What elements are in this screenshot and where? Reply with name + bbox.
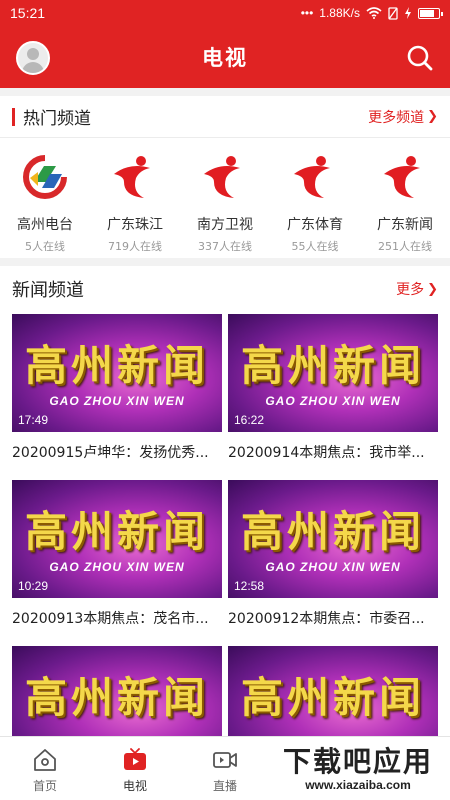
tab-home[interactable]: 首页 <box>0 737 90 800</box>
hot-channels-title: 热门频道 <box>23 109 91 129</box>
site-watermark: 下载吧应用 www.xiazaiba.com <box>268 740 448 798</box>
status-bar: 15:21 ••• 1.88K/s <box>0 0 450 26</box>
video-duration: 16:22 <box>234 413 265 427</box>
video-card[interactable]: 高州新闻 <box>228 646 438 736</box>
tab-label: 首页 <box>32 779 57 793</box>
gdtv-logo <box>294 156 330 198</box>
chevron-right-icon: ❯ <box>427 109 438 124</box>
battery-icon <box>418 7 443 19</box>
channel-online-count: 251人在线 <box>378 240 432 253</box>
channel-name: 广东珠江 <box>107 217 163 233</box>
more-channels-label: 更多频道 <box>368 109 425 126</box>
tab-tv[interactable]: 电视 <box>90 737 180 800</box>
search-icon[interactable] <box>406 44 434 72</box>
video-title: 20200914本期焦点：我市举... <box>228 445 425 461</box>
gaozhou-logo <box>23 155 67 199</box>
more-channels-link[interactable]: 更多频道 ❯ <box>368 107 438 127</box>
thumbnail-title: 高州新闻 <box>240 507 425 556</box>
more-news-label: 更多 <box>396 282 425 298</box>
news-channel-section: 新闻频道 更多 ❯ 高州新闻 GAO ZHOU XIN WEN 17:49 20… <box>0 266 450 736</box>
wifi-icon <box>366 7 382 19</box>
video-duration: 12:58 <box>234 579 265 593</box>
video-title: 20200913本期焦点：茂名市... <box>12 611 209 627</box>
video-card[interactable]: 高州新闻 <box>12 646 222 736</box>
video-duration: 17:49 <box>18 413 49 427</box>
user-avatar-icon[interactable] <box>16 41 50 75</box>
video-thumbnail: 高州新闻 GAO ZHOU XIN WEN 16:22 <box>228 314 438 432</box>
no-sim-icon <box>388 6 398 20</box>
video-grid: 高州新闻 GAO ZHOU XIN WEN 17:49 20200915卢坤华：… <box>12 314 438 736</box>
thumbnail-title: 高州新闻 <box>24 673 209 722</box>
thumbnail-title: 高州新闻 <box>240 673 425 722</box>
thumbnail-subtitle: GAO ZHOU XIN WEN <box>49 560 185 574</box>
channel-online-count: 55人在线 <box>291 240 339 253</box>
channel-list: 高州电台 5人在线 广东珠江 719人在线 南方卫视 337人在线 广东体育 5… <box>0 138 450 254</box>
video-thumbnail: 高州新闻 GAO ZHOU XIN WEN 17:49 <box>12 314 222 432</box>
video-title: 20200912本期焦点：市委召... <box>228 611 425 627</box>
thumbnail-subtitle: GAO ZHOU XIN WEN <box>265 560 401 574</box>
channel-name: 高州电台 <box>17 217 73 233</box>
app-header: 15:21 ••• 1.88K/s 电视 <box>0 0 450 88</box>
watermark-text: 下载吧应用 <box>282 745 433 778</box>
channel-name: 南方卫视 <box>197 217 253 233</box>
video-thumbnail: 高州新闻 <box>228 646 438 736</box>
section-title: 热门频道 <box>12 104 91 129</box>
thumbnail-title: 高州新闻 <box>24 341 209 390</box>
video-thumbnail: 高州新闻 GAO ZHOU XIN WEN 10:29 <box>12 480 222 598</box>
gdtv-logo <box>384 156 420 198</box>
status-time: 15:21 <box>10 5 46 21</box>
video-card[interactable]: 高州新闻 GAO ZHOU XIN WEN 10:29 20200913本期焦点… <box>12 480 222 646</box>
tv-icon <box>124 748 146 770</box>
status-icons: ••• 1.88K/s <box>300 6 443 20</box>
channel-online-count: 719人在线 <box>108 240 162 253</box>
top-bar: 电视 <box>0 26 450 88</box>
thumbnail-title: 高州新闻 <box>240 341 425 390</box>
channel-item[interactable]: 南方卫视 337人在线 <box>183 152 267 254</box>
news-channel-title: 新闻频道 <box>12 280 84 301</box>
channel-item[interactable]: 高州电台 5人在线 <box>3 152 87 254</box>
channel-item[interactable]: 广东体育 55人在线 <box>273 152 357 254</box>
channel-name: 广东体育 <box>287 217 343 233</box>
chevron-right-icon: ❯ <box>427 281 438 297</box>
channel-item[interactable]: 广东珠江 719人在线 <box>93 152 177 254</box>
video-camera-icon <box>213 752 237 768</box>
video-thumbnail: 高州新闻 GAO ZHOU XIN WEN 12:58 <box>228 480 438 598</box>
channel-item[interactable]: 广东新闻 251人在线 <box>363 152 447 254</box>
gdtv-logo <box>204 156 240 198</box>
charging-icon <box>405 7 411 19</box>
thumbnail-subtitle: GAO ZHOU XIN WEN <box>49 394 185 408</box>
tab-label: 电视 <box>122 779 147 793</box>
net-speed: 1.88K/s <box>319 6 360 20</box>
watermark-url: www.xiazaiba.com <box>305 778 411 792</box>
dots-icon: ••• <box>300 6 314 20</box>
more-news-link[interactable]: 更多 ❯ <box>396 279 438 299</box>
video-card[interactable]: 高州新闻 GAO ZHOU XIN WEN 17:49 20200915卢坤华：… <box>12 314 222 480</box>
video-title: 20200915卢坤华：发扬优秀... <box>12 445 209 461</box>
page-title: 电视 <box>202 46 248 70</box>
video-thumbnail: 高州新闻 <box>12 646 222 736</box>
video-duration: 10:29 <box>18 579 49 593</box>
gdtv-logo <box>114 156 150 198</box>
channel-name: 广东新闻 <box>377 217 433 233</box>
video-card[interactable]: 高州新闻 GAO ZHOU XIN WEN 12:58 20200912本期焦点… <box>228 480 438 646</box>
tab-label: 直播 <box>212 779 237 793</box>
thumbnail-title: 高州新闻 <box>24 507 209 556</box>
tab-live[interactable]: 直播 <box>180 737 270 800</box>
channel-online-count: 337人在线 <box>198 240 252 253</box>
thumbnail-subtitle: GAO ZHOU XIN WEN <box>265 394 401 408</box>
hot-channels-section: 热门频道 更多频道 ❯ 高州电台 5人在线 广东珠江 719人在线 南方卫视 3… <box>0 96 450 258</box>
channel-online-count: 5人在线 <box>25 240 65 253</box>
title-accent-bar <box>12 107 15 126</box>
home-icon <box>34 749 56 771</box>
video-card[interactable]: 高州新闻 GAO ZHOU XIN WEN 16:22 20200914本期焦点… <box>228 314 438 480</box>
hot-channels-header: 热门频道 更多频道 ❯ <box>0 96 450 138</box>
news-channel-header: 新闻频道 更多 ❯ <box>0 266 450 312</box>
